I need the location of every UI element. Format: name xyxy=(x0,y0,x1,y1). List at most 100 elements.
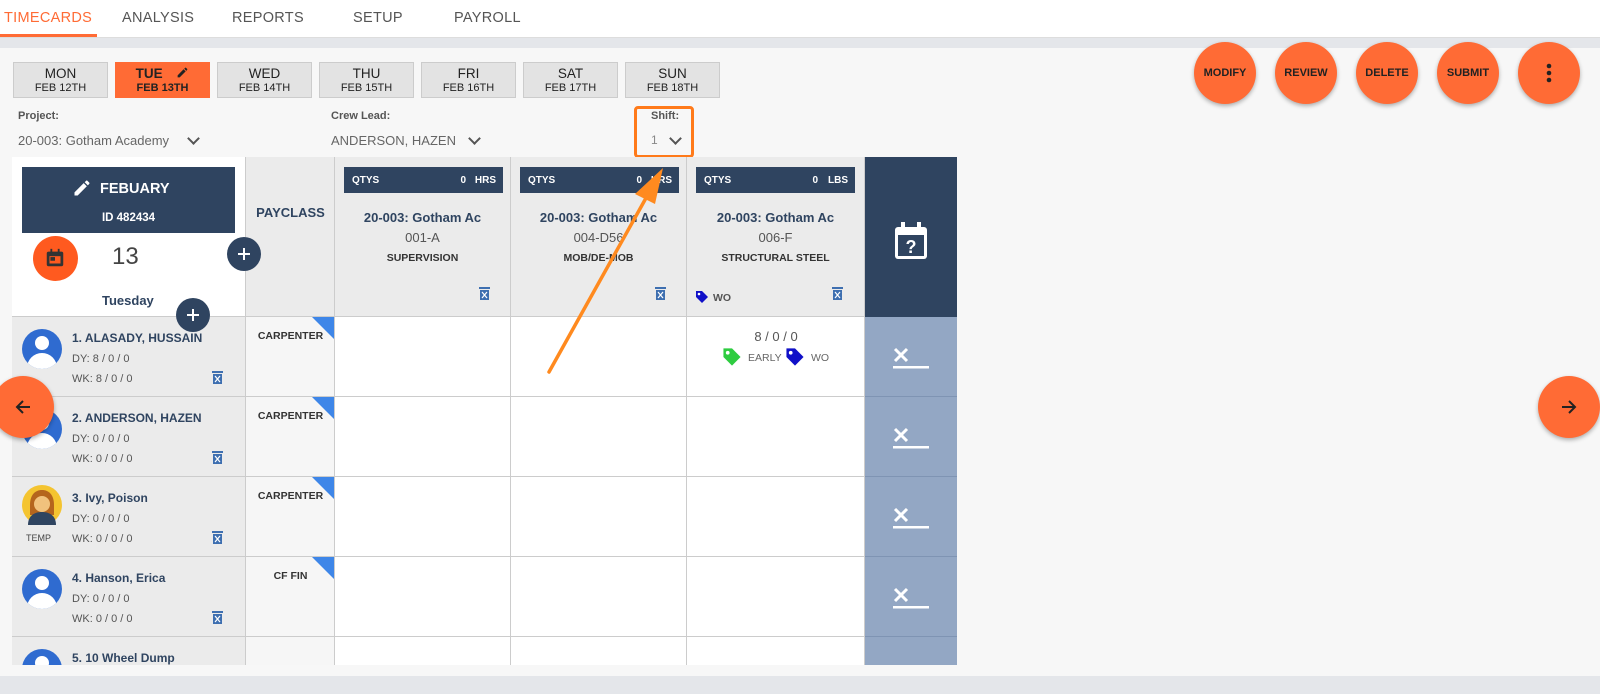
employee-row-3[interactable]: TEMP 3. Ivy, Poison DY: 0 / 0 / 0 WK: 0 … xyxy=(12,477,246,557)
employee-day-hours: DY: 0 / 0 / 0 xyxy=(72,593,130,605)
trash-icon[interactable] xyxy=(479,287,490,300)
day-date: FEB 13TH xyxy=(136,82,189,94)
qty-unit: HRS xyxy=(474,175,496,186)
clear-icon xyxy=(893,347,929,369)
clear-row-button[interactable] xyxy=(865,397,957,477)
day-name: TUE xyxy=(116,66,209,81)
day-tab-wed[interactable]: WED FEB 14TH xyxy=(217,62,312,98)
job-title: 20-003: Gotham Ac xyxy=(363,210,482,225)
entry-cell[interactable] xyxy=(687,477,865,557)
review-button[interactable]: REVIEW xyxy=(1275,42,1337,104)
job-code: 004-D56 xyxy=(573,230,624,245)
nav-analysis[interactable]: ANALYSIS xyxy=(122,10,194,26)
qty-label: QTYS xyxy=(352,175,380,186)
trash-icon[interactable] xyxy=(832,287,843,300)
employee-row-1[interactable]: 1. ALASADY, HUSSAIN DY: 8 / 0 / 0 WK: 8 … xyxy=(12,317,246,397)
day-tab-mon[interactable]: MON FEB 12TH xyxy=(13,62,108,98)
qty-bar: QTYS 0 HRS xyxy=(344,167,503,193)
entry-cell[interactable] xyxy=(511,557,687,637)
employee-day-hours: DY: 0 / 0 / 0 xyxy=(72,433,130,445)
entry-cell[interactable] xyxy=(687,637,865,665)
clear-row-button[interactable] xyxy=(865,477,957,557)
entry-cell[interactable] xyxy=(335,397,511,477)
trash-icon[interactable] xyxy=(212,371,223,384)
tag-label: WO xyxy=(713,292,732,304)
day-name: THU xyxy=(352,66,381,81)
entry-hours: 8 / 0 / 0 xyxy=(754,329,798,344)
trash-icon[interactable] xyxy=(655,287,666,300)
day-tab-tue[interactable]: TUE FEB 13TH xyxy=(115,62,210,98)
modify-button[interactable]: MODIFY xyxy=(1194,42,1256,104)
day-tab-sat[interactable]: SAT FEB 17TH xyxy=(523,62,618,98)
payclass-cell[interactable]: CARPENTER xyxy=(246,317,335,397)
nav-timecards[interactable]: TIMECARDS xyxy=(4,10,92,26)
entry-cell[interactable]: 8 / 0 / 0 EARLY WO xyxy=(687,317,865,397)
project-select[interactable]: 20-003: Gotham Academy xyxy=(18,133,169,148)
active-tab-indicator xyxy=(0,34,97,37)
payclass-cell[interactable]: CARPENTER xyxy=(246,397,335,477)
date-card: FEBUARY ID 482434 13 Tuesday xyxy=(12,157,246,317)
qty-value: 0 xyxy=(812,175,818,186)
entry-cell[interactable] xyxy=(335,637,511,665)
job-column-1[interactable]: QTYS 0 HRS 20-003: Gotham Ac 001-A SUPERVI… xyxy=(335,157,511,317)
nav-reports[interactable]: REPORTS xyxy=(232,10,304,26)
payclass-header-cell: PAYCLASS xyxy=(246,157,335,317)
entry-cell[interactable] xyxy=(335,477,511,557)
entry-cell[interactable] xyxy=(511,397,687,477)
crew-lead-select[interactable]: ANDERSON, HAZEN xyxy=(331,133,456,148)
submit-button[interactable]: SUBMIT xyxy=(1437,42,1499,104)
trash-icon[interactable] xyxy=(212,611,223,624)
add-column-button[interactable] xyxy=(227,237,261,271)
employee-day-hours: DY: 0 / 0 / 0 xyxy=(72,513,130,525)
entry-cell[interactable] xyxy=(335,557,511,637)
payclass-cell[interactable]: CARPENTER xyxy=(246,477,335,557)
trash-icon[interactable] xyxy=(212,451,223,464)
day-tab-thu[interactable]: THU FEB 15TH xyxy=(319,62,414,98)
job-column-2[interactable]: QTYS 0 HRS 20-003: Gotham Ac 004-D56 MOB/D… xyxy=(511,157,687,317)
day-date: FEB 15TH xyxy=(340,82,393,94)
clear-row-button[interactable] xyxy=(865,557,957,637)
entry-cell[interactable] xyxy=(335,317,511,397)
delete-button[interactable]: DELETE xyxy=(1356,42,1418,104)
timecard-grid: FEBUARY ID 482434 13 Tuesday PAYCLASS QT… xyxy=(12,157,957,665)
plus-icon xyxy=(238,248,250,260)
calendar-icon xyxy=(46,248,64,267)
arrow-left-icon xyxy=(15,400,30,414)
entry-cell[interactable] xyxy=(687,557,865,637)
add-employee-button[interactable] xyxy=(176,298,210,332)
clear-row-button[interactable] xyxy=(865,637,957,665)
pencil-icon xyxy=(178,67,188,78)
clear-row-button[interactable] xyxy=(865,317,957,397)
payclass-cell[interactable] xyxy=(246,637,335,665)
nav-payroll[interactable]: PAYROLL xyxy=(454,10,521,26)
nav-setup[interactable]: SETUP xyxy=(353,10,403,26)
next-day-button[interactable] xyxy=(1538,376,1600,438)
employee-week-hours: WK: 0 / 0 / 0 xyxy=(72,453,133,465)
day-number: 13 xyxy=(112,243,139,270)
entry-cell[interactable] xyxy=(511,637,687,665)
day-date: FEB 12TH xyxy=(34,82,87,94)
day-name: SUN xyxy=(658,66,687,81)
avatar xyxy=(22,569,62,609)
trash-icon[interactable] xyxy=(212,531,223,544)
employee-row-5[interactable]: 5. 10 Wheel Dump xyxy=(12,637,246,665)
payclass-cell[interactable]: CF FIN xyxy=(246,557,335,637)
more-options-button[interactable] xyxy=(1518,42,1580,104)
entry-cell[interactable] xyxy=(511,477,687,557)
clear-icon xyxy=(893,427,929,449)
job-description: MOB/DE-MOB xyxy=(563,252,634,264)
employee-row-4[interactable]: 4. Hanson, Erica DY: 0 / 0 / 0 WK: 0 / 0… xyxy=(12,557,246,637)
job-column-3[interactable]: QTYS 0 LBS 20-003: Gotham Ac 006-F STRUCTU… xyxy=(687,157,865,317)
day-tab-sun[interactable]: SUN FEB 18TH xyxy=(625,62,720,98)
entry-cell[interactable] xyxy=(511,317,687,397)
avatar xyxy=(22,649,62,665)
day-tab-fri[interactable]: FRI FEB 16TH xyxy=(421,62,516,98)
add-column-cell[interactable]: ? xyxy=(865,157,957,317)
calendar-button[interactable] xyxy=(33,236,78,281)
entry-cell[interactable] xyxy=(687,397,865,477)
employee-week-hours: WK: 8 / 0 / 0 xyxy=(72,373,133,385)
avatar xyxy=(22,329,62,369)
day-date: FEB 17TH xyxy=(544,82,597,94)
corner-flag xyxy=(312,397,334,419)
day-name: WED xyxy=(248,66,281,81)
